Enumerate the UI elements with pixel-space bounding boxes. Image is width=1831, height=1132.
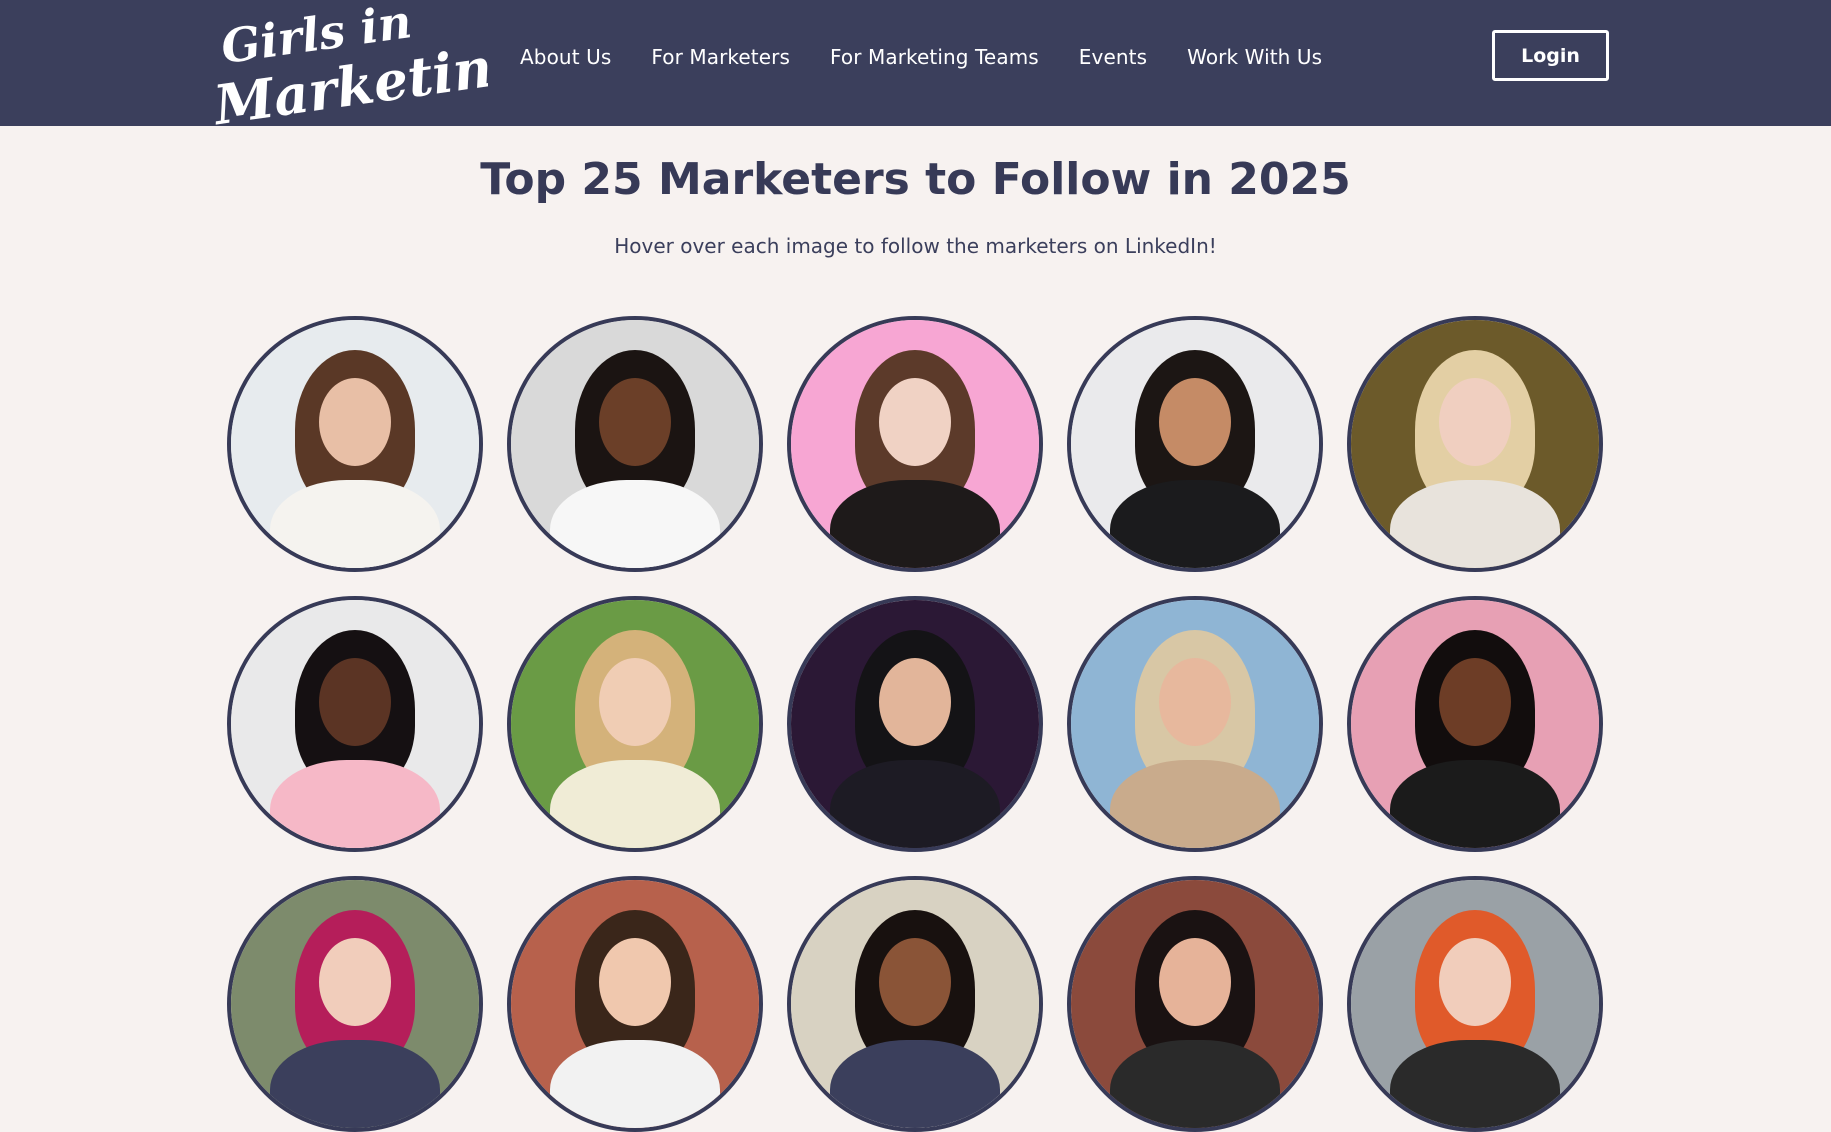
page-subtitle: Hover over each image to follow the mark… bbox=[614, 234, 1217, 258]
avatar-body bbox=[1110, 1040, 1280, 1128]
nav-work-with-us[interactable]: Work With Us bbox=[1187, 45, 1322, 69]
marketer-avatar[interactable] bbox=[787, 316, 1043, 572]
marketer-avatar[interactable] bbox=[1067, 876, 1323, 1132]
avatar-face bbox=[319, 938, 391, 1026]
site-header: Girls in Marketing About Us For Marketer… bbox=[0, 0, 1831, 126]
avatar-body bbox=[830, 480, 1000, 568]
avatar-body bbox=[830, 1040, 1000, 1128]
avatar-body bbox=[550, 760, 720, 848]
avatar-body bbox=[270, 480, 440, 568]
avatar-body bbox=[550, 1040, 720, 1128]
avatar-body bbox=[1390, 1040, 1560, 1128]
nav-for-marketers[interactable]: For Marketers bbox=[651, 45, 790, 69]
avatar-face bbox=[879, 378, 951, 466]
page-title: Top 25 Marketers to Follow in 2025 bbox=[480, 154, 1351, 205]
avatar-face bbox=[319, 378, 391, 466]
marketer-avatar[interactable] bbox=[507, 876, 763, 1132]
avatar-face bbox=[1159, 938, 1231, 1026]
marketer-avatar[interactable] bbox=[787, 876, 1043, 1132]
logo-wordmark-icon: Girls in Marketing bbox=[208, 0, 488, 126]
marketers-grid bbox=[227, 316, 1607, 1132]
nav-for-marketing-teams[interactable]: For Marketing Teams bbox=[830, 45, 1039, 69]
marketer-avatar[interactable] bbox=[1347, 316, 1603, 572]
avatar-face bbox=[599, 378, 671, 466]
avatar-body bbox=[830, 760, 1000, 848]
marketer-avatar[interactable] bbox=[1067, 316, 1323, 572]
marketer-avatar[interactable] bbox=[1347, 876, 1603, 1132]
avatar-face bbox=[1439, 378, 1511, 466]
marketer-avatar[interactable] bbox=[507, 596, 763, 852]
avatar-face bbox=[1159, 378, 1231, 466]
avatar-body bbox=[1390, 760, 1560, 848]
avatar-face bbox=[1439, 938, 1511, 1026]
avatar-face bbox=[879, 938, 951, 1026]
avatar-body bbox=[550, 480, 720, 568]
marketer-avatar[interactable] bbox=[507, 316, 763, 572]
marketer-avatar[interactable] bbox=[1067, 596, 1323, 852]
avatar-face bbox=[1439, 658, 1511, 746]
marketer-avatar[interactable] bbox=[227, 316, 483, 572]
marketer-avatar[interactable] bbox=[227, 596, 483, 852]
avatar-face bbox=[599, 938, 671, 1026]
main-nav: About Us For Marketers For Marketing Tea… bbox=[520, 0, 1362, 114]
nav-events[interactable]: Events bbox=[1079, 45, 1147, 69]
login-button[interactable]: Login bbox=[1492, 30, 1609, 81]
avatar-body bbox=[270, 760, 440, 848]
girls-in-marketing-logo[interactable]: Girls in Marketing bbox=[198, 0, 488, 126]
marketer-avatar[interactable] bbox=[787, 596, 1043, 852]
nav-about-us[interactable]: About Us bbox=[520, 45, 611, 69]
marketer-avatar[interactable] bbox=[227, 876, 483, 1132]
avatar-body bbox=[1390, 480, 1560, 568]
avatar-body bbox=[1110, 480, 1280, 568]
avatar-body bbox=[270, 1040, 440, 1128]
avatar-face bbox=[599, 658, 671, 746]
avatar-face bbox=[879, 658, 951, 746]
marketer-avatar[interactable] bbox=[1347, 596, 1603, 852]
avatar-face bbox=[319, 658, 391, 746]
avatar-face bbox=[1159, 658, 1231, 746]
avatar-body bbox=[1110, 760, 1280, 848]
